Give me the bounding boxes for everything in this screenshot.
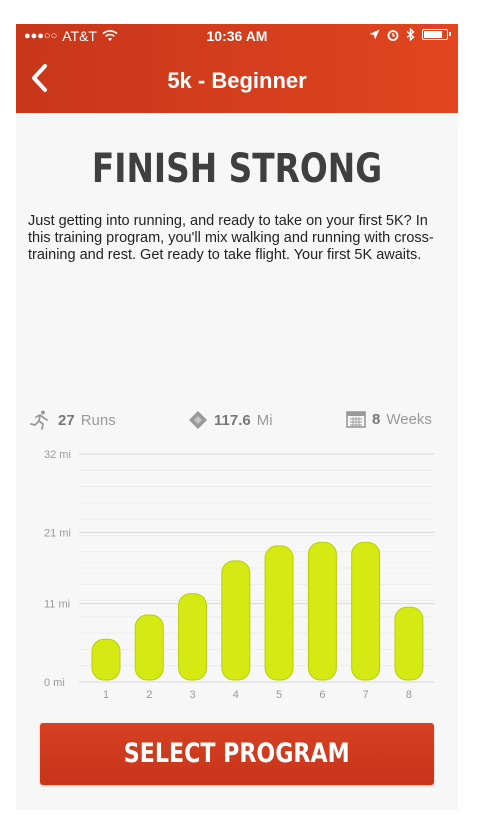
weekly-mileage-chart: 0 mi 11 mi 21 mi 32 mi 1 2 3 4 5 6 7 8 xyxy=(44,449,434,701)
status-right xyxy=(369,28,451,41)
stat-weeks: 8 Weeks xyxy=(346,410,432,428)
y-tick-label: 21 mi xyxy=(44,527,71,539)
bluetooth-icon xyxy=(406,28,415,41)
chart-bar xyxy=(134,614,164,681)
distance-value: 117.6 xyxy=(214,411,251,429)
stat-distance: 117.6 Mi xyxy=(188,410,273,430)
status-bar: ●●●○○ AT&T 10:36 AM xyxy=(16,24,458,48)
chart-bar xyxy=(178,593,208,681)
x-tick-label: 8 xyxy=(406,689,412,701)
weeks-label: Weeks xyxy=(386,410,432,428)
x-tick-label: 6 xyxy=(319,689,325,701)
program-stats: 27 Runs 117.6 Mi 8 Weeks xyxy=(16,410,458,434)
y-tick-label: 32 mi xyxy=(44,449,71,461)
runner-icon xyxy=(30,410,48,430)
chart-bar xyxy=(394,606,424,681)
program-description: Just getting into running, and ready to … xyxy=(28,213,434,263)
diamond-icon xyxy=(189,411,207,429)
y-tick-label: 0 mi xyxy=(44,677,65,689)
distance-label: Mi xyxy=(256,411,273,429)
x-tick-label: 3 xyxy=(189,689,195,701)
chart-bar xyxy=(91,638,121,681)
chart-bar xyxy=(351,541,381,681)
program-headline: FINISH STRONG xyxy=(91,146,383,192)
select-program-button[interactable]: SELECT PROGRAM xyxy=(40,723,434,785)
x-tick-label: 5 xyxy=(276,689,282,701)
x-tick-label: 2 xyxy=(146,689,152,701)
chart-bar xyxy=(221,560,251,681)
x-tick-label: 4 xyxy=(233,689,239,701)
page-title: 5k - Beginner xyxy=(167,68,307,93)
y-tick-label: 11 mi xyxy=(44,599,70,611)
chart-bar xyxy=(307,541,337,681)
header: ●●●○○ AT&T 10:36 AM 5k - Beginner xyxy=(16,24,458,113)
alarm-icon xyxy=(387,29,399,41)
select-program-label: SELECT PROGRAM xyxy=(124,738,350,769)
runs-value: 27 xyxy=(58,411,75,429)
runs-label: Runs xyxy=(80,411,116,429)
battery-icon xyxy=(422,29,451,40)
location-arrow-icon xyxy=(369,29,380,40)
nav-bar: 5k - Beginner xyxy=(16,48,458,113)
chart-bar xyxy=(264,545,294,681)
calendar-icon xyxy=(346,411,366,428)
x-tick-label: 7 xyxy=(363,689,369,701)
weeks-value: 8 xyxy=(372,410,381,428)
stat-runs: 27 Runs xyxy=(30,410,116,430)
x-tick-label: 1 xyxy=(103,689,109,701)
app-screen: ●●●○○ AT&T 10:36 AM 5k - Beginner FINISH… xyxy=(16,24,458,810)
